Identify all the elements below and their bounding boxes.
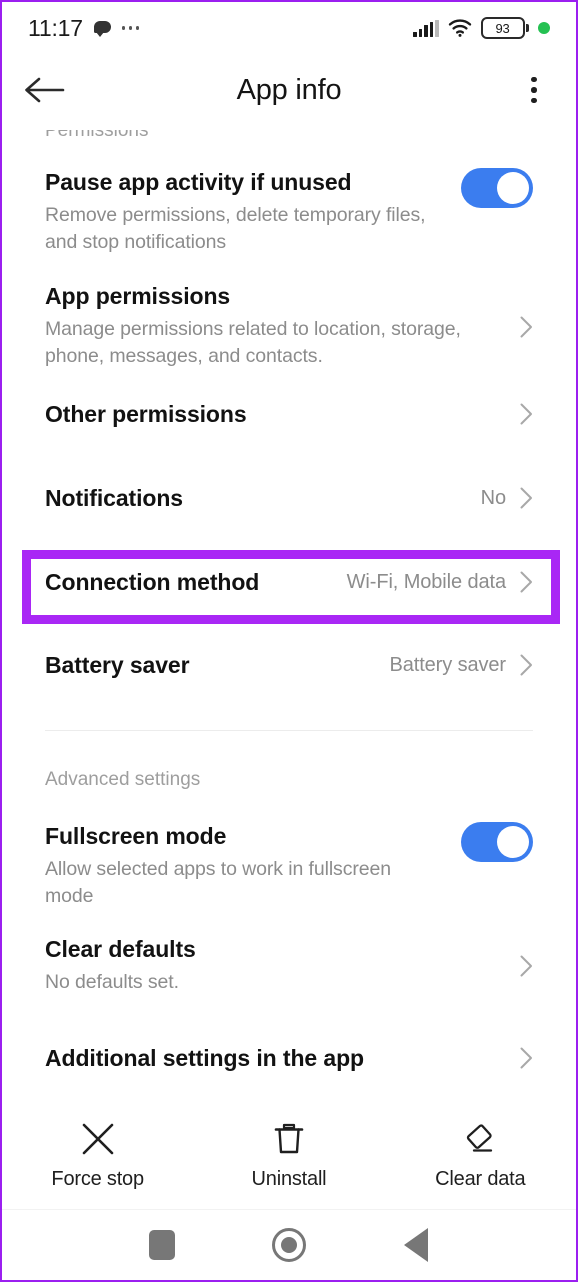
eraser-icon (467, 1123, 493, 1152)
chevron-right-icon (520, 487, 532, 509)
row-control (520, 955, 533, 977)
cellular-signal-icon (413, 19, 439, 37)
circle-icon (271, 1228, 306, 1262)
battery-icon: 93 (480, 17, 529, 39)
row-control: No (481, 487, 533, 510)
clear-data-button[interactable]: Clear data (385, 1120, 576, 1191)
chevron-right-icon (520, 955, 532, 977)
row-text: Clear defaults No defaults set. (45, 935, 520, 996)
action-label: Force stop (51, 1167, 144, 1190)
row-additional-settings[interactable]: Additional settings in the app (2, 1044, 576, 1073)
status-indicator-dot (538, 22, 550, 34)
row-control: Battery saver (389, 654, 533, 677)
row-control: Wi-Fi, Mobile data (347, 571, 533, 594)
chevron-right-icon (520, 571, 532, 593)
row-text: Connection method (45, 568, 347, 597)
chevron-right-icon (520, 316, 532, 338)
row-control (520, 316, 533, 338)
status-bar-right: 93 (413, 17, 550, 39)
overflow-menu-button[interactable] (492, 76, 576, 104)
page-title: App info (236, 73, 342, 106)
trash-icon (274, 1123, 304, 1153)
status-clock: 11:17 (28, 14, 83, 41)
close-x-icon (82, 1123, 113, 1154)
settings-list[interactable]: Permissions Pause app activity if unused… (2, 126, 576, 1101)
speech-bubble-icon (93, 20, 111, 37)
more-vertical-icon (531, 76, 537, 83)
uninstall-button[interactable]: Uninstall (193, 1120, 384, 1191)
row-subtitle: Manage permissions related to location, … (45, 317, 461, 368)
wifi-icon (448, 19, 472, 37)
row-value: No (480, 486, 506, 509)
status-bar-left: 11:17 (28, 14, 140, 42)
row-subtitle: No defaults set. (45, 970, 179, 993)
row-text: App permissions Manage permissions relat… (45, 282, 520, 371)
chevron-right-icon (520, 403, 532, 425)
row-subtitle: Allow selected apps to work in fullscree… (45, 857, 391, 908)
row-control (520, 1047, 533, 1069)
row-text: Other permissions (45, 400, 520, 429)
battery-level-label: 93 (495, 20, 510, 36)
chevron-right-icon (520, 1047, 532, 1069)
row-value: Battery saver (389, 653, 506, 676)
row-text: Battery saver (45, 651, 389, 680)
row-text: Notifications (45, 484, 481, 513)
row-control (520, 403, 533, 425)
row-title: Clear defaults (45, 936, 196, 962)
row-title: Connection method (45, 569, 260, 595)
action-label: Clear data (435, 1167, 526, 1190)
nav-back-button[interactable] (386, 1215, 446, 1275)
phone-screen: 11:17 93 App info Permissions Pause app … (0, 0, 578, 1282)
back-button[interactable] (2, 75, 86, 105)
row-other-permissions[interactable]: Other permissions (2, 400, 576, 429)
app-bar: App info (2, 54, 576, 126)
row-title: Other permissions (45, 401, 247, 427)
row-connection-method[interactable]: Connection method Wi-Fi, Mobile data (2, 568, 576, 597)
row-title: Battery saver (45, 652, 190, 678)
row-text: Additional settings in the app (45, 1044, 520, 1073)
row-title: Fullscreen mode (45, 823, 227, 849)
toggle-fullscreen-mode[interactable] (461, 822, 533, 862)
row-text: Pause app activity if unused Remove perm… (45, 168, 461, 257)
chevron-right-icon (520, 654, 532, 676)
row-text: Fullscreen mode Allow selected apps to w… (45, 822, 461, 911)
more-horizontal-icon (121, 26, 140, 30)
section-label-advanced: Advanced settings (45, 769, 201, 790)
android-navigation-bar (2, 1209, 576, 1280)
square-icon (148, 1230, 175, 1260)
row-subtitle: Remove permissions, delete temporary fil… (45, 203, 426, 254)
status-bar: 11:17 93 (2, 2, 576, 54)
action-bar: Force stop Uninstall Clear data (2, 1101, 576, 1209)
row-clear-defaults[interactable]: Clear defaults No defaults set. (2, 935, 576, 996)
nav-recents-button[interactable] (132, 1215, 192, 1275)
row-title: Pause app activity if unused (45, 169, 352, 195)
row-value: Wi-Fi, Mobile data (346, 570, 506, 593)
force-stop-button[interactable]: Force stop (2, 1120, 193, 1191)
toggle-pause-app-activity[interactable] (461, 168, 533, 208)
row-control (461, 822, 533, 862)
row-app-permissions[interactable]: App permissions Manage permissions relat… (2, 282, 576, 371)
section-divider (45, 730, 533, 731)
row-title: Notifications (45, 485, 183, 511)
row-fullscreen-mode[interactable]: Fullscreen mode Allow selected apps to w… (2, 822, 576, 911)
action-label: Uninstall (251, 1167, 327, 1190)
arrow-left-icon (25, 77, 65, 103)
row-title: App permissions (45, 283, 231, 309)
row-title: Additional settings in the app (45, 1045, 365, 1071)
row-pause-app-activity[interactable]: Pause app activity if unused Remove perm… (2, 168, 576, 257)
row-battery-saver[interactable]: Battery saver Battery saver (2, 651, 576, 680)
row-notifications[interactable]: Notifications No (2, 484, 576, 513)
nav-home-button[interactable] (259, 1215, 319, 1275)
row-control (461, 168, 533, 208)
section-label-permissions: Permissions (45, 126, 149, 141)
triangle-left-icon (404, 1228, 429, 1262)
